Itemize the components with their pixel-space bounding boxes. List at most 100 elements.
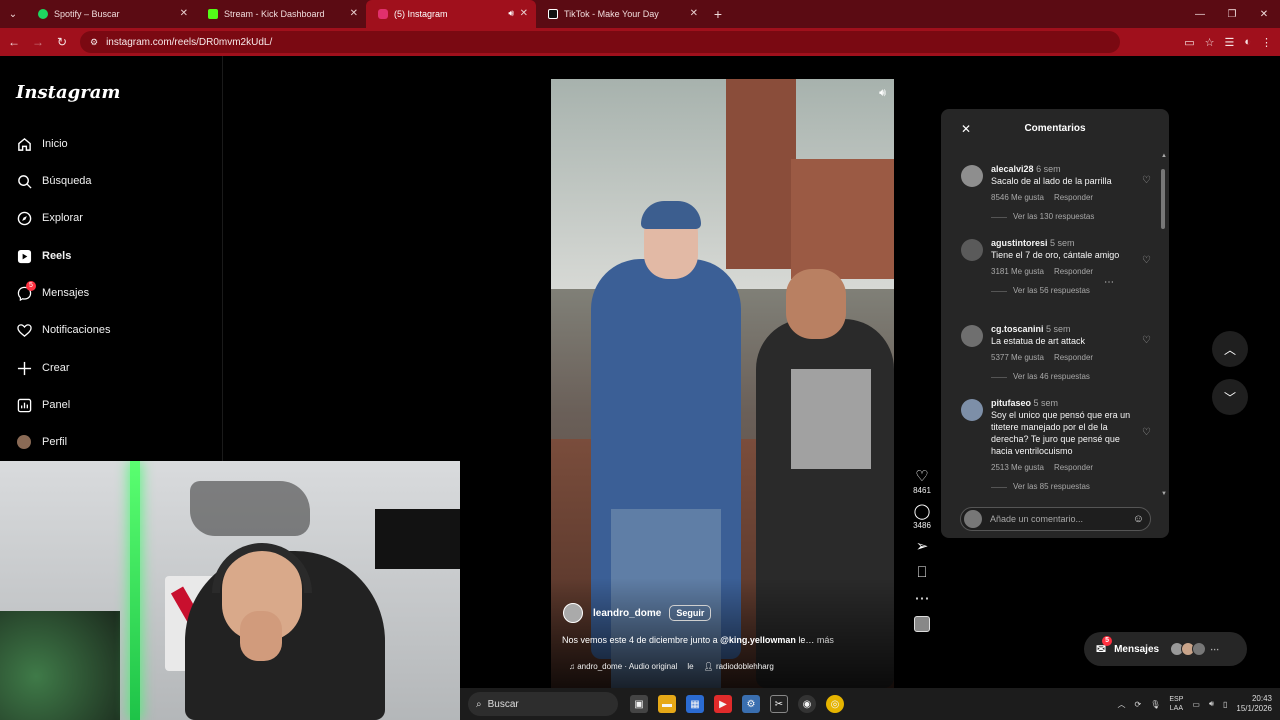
avatar[interactable] xyxy=(961,239,983,261)
messages-bar[interactable]: ✉ 5 Mensajes ⋯ xyxy=(1084,632,1247,666)
close-tab-icon[interactable]: ✕ xyxy=(180,8,188,19)
sidebar-item-busqueda[interactable]: Búsqueda xyxy=(16,171,92,191)
reply-button[interactable]: Responder xyxy=(1054,353,1093,362)
share-action[interactable]: ➢ xyxy=(910,538,934,556)
store-icon[interactable]: ▦ xyxy=(686,695,704,713)
url-field[interactable]: ⚙ instagram.com/reels/DR0mvm2kUdL/ xyxy=(80,31,1120,53)
volume-tray-icon[interactable]: 🔊︎ xyxy=(1209,699,1214,709)
avatar[interactable] xyxy=(961,325,983,347)
volume-icon[interactable]: 🔊︎ xyxy=(879,87,886,100)
taskbar-search[interactable]: ⌕ Buscar xyxy=(468,692,618,716)
comment-likes[interactable]: 3181 Me gusta xyxy=(991,267,1044,276)
network-icon[interactable]: ▭ xyxy=(1192,700,1200,709)
microphone-icon[interactable]: 🎙︎ xyxy=(1150,700,1160,709)
tab-list-button[interactable]: ⌄ xyxy=(0,0,26,28)
comment-likes[interactable]: 8546 Me gusta xyxy=(991,193,1044,202)
caption-mention[interactable]: @king.yellowman xyxy=(720,635,796,645)
save-action[interactable]: ⎕ xyxy=(910,564,934,582)
audio-playing-icon[interactable]: 🔊︎ xyxy=(508,8,514,19)
reading-list-icon[interactable]: ☰ xyxy=(1224,36,1234,49)
tagged-user[interactable]: 👤︎ radiodoblehharg xyxy=(704,662,774,671)
forward-icon[interactable]: → xyxy=(26,35,50,49)
scroll-up-arrow-icon[interactable]: ▲ xyxy=(1161,153,1167,159)
follow-button[interactable]: Seguir xyxy=(669,605,712,621)
chrome-icon[interactable]: ◎ xyxy=(826,695,844,713)
instagram-logo[interactable]: Instagram xyxy=(16,82,120,103)
close-window-icon[interactable]: ✕ xyxy=(1248,0,1280,28)
comment-user[interactable]: pitufaseo xyxy=(991,398,1031,408)
cast-icon[interactable]: ▭ xyxy=(1184,36,1194,49)
like-action[interactable]: ♡ 8461 xyxy=(910,468,934,495)
emoji-icon[interactable]: ☺ xyxy=(1133,513,1144,525)
file-explorer-icon[interactable]: ▬ xyxy=(658,695,676,713)
view-replies-link[interactable]: Ver las 56 respuestas xyxy=(991,285,1136,297)
close-tab-icon[interactable]: ✕ xyxy=(350,8,358,19)
sidebar-item-inicio[interactable]: Inicio xyxy=(16,134,68,154)
previous-reel-button[interactable]: ︿ xyxy=(1212,331,1248,367)
view-replies-link[interactable]: Ver las 46 respuestas xyxy=(991,371,1136,383)
sidebar-item-perfil[interactable]: Perfil xyxy=(16,432,67,452)
sidebar-item-notificaciones[interactable]: Notificaciones xyxy=(16,320,110,340)
reply-button[interactable]: Responder xyxy=(1054,193,1093,202)
view-replies-link[interactable]: Ver las 85 respuestas xyxy=(991,481,1136,493)
task-view-icon[interactable]: ▣ xyxy=(630,695,648,713)
minimize-icon[interactable]: — xyxy=(1184,0,1216,28)
more-action[interactable]: ⋯ xyxy=(910,590,934,608)
comment-likes[interactable]: 2513 Me gusta xyxy=(991,463,1044,472)
capcut-icon[interactable]: ✂ xyxy=(770,695,788,713)
language-indicator[interactable]: ESP LAA xyxy=(1169,695,1183,713)
scrollbar-thumb[interactable] xyxy=(1161,169,1165,229)
tray-overflow-icon[interactable]: ︿ xyxy=(1118,699,1126,710)
settings-icon[interactable]: ⚙ xyxy=(742,695,760,713)
system-clock[interactable]: 20:43 15/1/2026 xyxy=(1236,694,1272,714)
back-icon[interactable]: ← xyxy=(2,35,26,49)
restore-icon[interactable]: ❐ xyxy=(1216,0,1248,28)
new-tab-button[interactable]: + xyxy=(706,6,730,22)
sidebar-item-reels[interactable]: Reels xyxy=(16,246,71,266)
comments-scrollbar[interactable]: ▲ ▼ xyxy=(1161,153,1167,537)
comment-user[interactable]: cg.toscanini xyxy=(991,324,1044,334)
comment-input[interactable]: Añade un comentario... ☺ xyxy=(960,507,1151,531)
comment-user[interactable]: alecalvi28 xyxy=(991,164,1034,174)
sidebar-item-panel[interactable]: Panel xyxy=(16,395,70,415)
obs-icon[interactable]: ◉ xyxy=(798,695,816,713)
caption-more-link[interactable]: más xyxy=(817,635,834,645)
sidebar-item-explorar[interactable]: Explorar xyxy=(16,208,83,228)
close-tab-icon[interactable]: ✕ xyxy=(690,8,698,19)
comment-like-icon[interactable]: ♡ xyxy=(1142,255,1151,266)
bookmark-icon[interactable]: ⎕ xyxy=(917,564,926,582)
comment-likes[interactable]: 5377 Me gusta xyxy=(991,353,1044,362)
sidebar-item-mensajes[interactable]: 5 Mensajes xyxy=(16,281,89,303)
tab-instagram[interactable]: (5) Instagram 🔊︎ ✕ xyxy=(366,0,536,28)
audio-thumb[interactable] xyxy=(910,616,934,632)
reply-button[interactable]: Responder xyxy=(1054,463,1093,472)
comment-action[interactable]: ◯ 3486 xyxy=(910,503,934,530)
owner-username[interactable]: leandro_dome xyxy=(593,608,661,619)
avatar[interactable] xyxy=(961,165,983,187)
reel-video[interactable]: 🔊︎ leandro_dome Seguir Nos vemos este 4 … xyxy=(551,79,894,688)
send-icon[interactable]: ➢ xyxy=(916,538,929,556)
comment-like-icon[interactable]: ♡ xyxy=(1142,175,1151,186)
sidebar-item-crear[interactable]: Crear xyxy=(16,358,70,378)
next-reel-button[interactable]: ﹀ xyxy=(1212,379,1248,415)
tab-kick[interactable]: Stream - Kick Dashboard ✕ xyxy=(196,0,366,28)
youtube-icon[interactable]: ▶ xyxy=(714,695,732,713)
reload-icon[interactable]: ↻ xyxy=(50,35,74,49)
tab-tiktok[interactable]: TikTok - Make Your Day ✕ xyxy=(536,0,706,28)
view-replies-link[interactable]: Ver las 130 respuestas xyxy=(991,211,1136,223)
menu-icon[interactable]: ⋮ xyxy=(1261,36,1272,49)
profile-icon[interactable]: ◐ xyxy=(1244,36,1251,49)
tab-spotify[interactable]: Spotify – Buscar ✕ xyxy=(26,0,196,28)
reply-button[interactable]: Responder xyxy=(1054,267,1093,276)
comment-like-icon[interactable]: ♡ xyxy=(1142,335,1151,346)
audio-link[interactable]: ♫ andro_dome · Audio original xyxy=(569,662,677,671)
comment-user[interactable]: agustintoresi xyxy=(991,238,1048,248)
more-options-icon[interactable]: ⋯ xyxy=(915,590,930,608)
avatar[interactable] xyxy=(961,399,983,421)
tray-app-icon[interactable]: ⟳ xyxy=(1135,700,1142,709)
site-info-icon[interactable]: ⚙ xyxy=(90,37,98,48)
close-tab-icon[interactable]: ✕ xyxy=(520,8,528,19)
comment-more-options-icon[interactable]: ⋯ xyxy=(1104,277,1114,288)
comment-like-icon[interactable]: ♡ xyxy=(1142,427,1151,438)
scroll-down-arrow-icon[interactable]: ▼ xyxy=(1161,491,1167,497)
